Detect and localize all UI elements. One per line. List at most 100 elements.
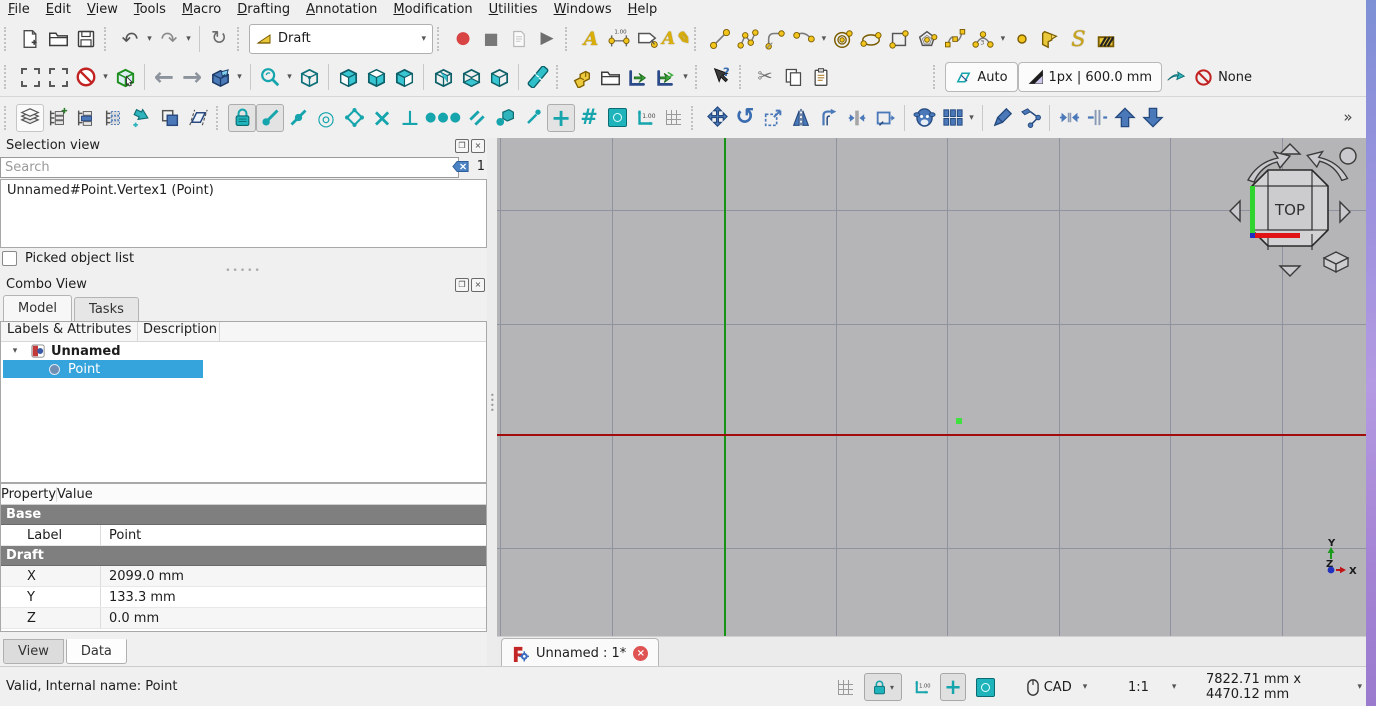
snap-intersection-button[interactable]: ×	[368, 104, 396, 132]
tree-expand-caret[interactable]: ▾	[9, 346, 21, 356]
add-to-construction-button[interactable]	[128, 104, 156, 132]
clipping-plane-button[interactable]	[72, 63, 100, 91]
menu-view[interactable]: View	[79, 1, 126, 18]
draft-ellipse-button[interactable]	[857, 25, 885, 53]
property-value[interactable]: Point	[101, 528, 141, 543]
snap-special-button[interactable]	[491, 104, 519, 132]
view-dimensions-selector[interactable]: 7822.71 mm x 4470.12 mm ▾	[1202, 673, 1366, 701]
property-value[interactable]: 0.0 mm	[101, 611, 159, 626]
export-button[interactable]	[652, 63, 680, 91]
measure-button[interactable]	[524, 63, 552, 91]
tab-data[interactable]: Data	[66, 639, 127, 664]
tree-row-point[interactable]: Point	[1, 360, 486, 378]
linked-object-dropdown[interactable]: ▾	[234, 63, 245, 91]
draft-array-button[interactable]	[938, 104, 966, 132]
property-row-x[interactable]: X 2099.0 mm	[1, 566, 486, 587]
draft-wire-button[interactable]	[734, 25, 762, 53]
whats-this-button[interactable]: ?	[707, 63, 735, 91]
view-left-button[interactable]	[485, 63, 513, 91]
3d-viewport[interactable]: TOP Y Z X	[497, 138, 1366, 636]
create-group-button[interactable]	[568, 63, 596, 91]
redo-dropdown[interactable]: ▾	[183, 25, 194, 53]
draft-bezier-button[interactable]: 3	[969, 25, 997, 53]
move-to-group-button[interactable]	[72, 104, 100, 132]
workbench-selector[interactable]: Draft ▾	[249, 24, 433, 54]
toolbar-grip[interactable]	[556, 65, 563, 89]
draft-join-button[interactable]	[1055, 104, 1083, 132]
toolbar-grip[interactable]	[4, 106, 11, 130]
draft-edit-button[interactable]	[988, 104, 1016, 132]
draft-offset-button[interactable]	[815, 104, 843, 132]
view-rear-button[interactable]	[429, 63, 457, 91]
draft-mirror-button[interactable]	[787, 104, 815, 132]
snap-near-button[interactable]	[519, 104, 547, 132]
float-panel-icon[interactable]: ❐	[455, 278, 469, 292]
nav-forward-button[interactable]: →	[178, 63, 206, 91]
redo-button[interactable]: ↷	[155, 25, 183, 53]
tab-tasks[interactable]: Tasks	[74, 297, 139, 322]
status-snap-dimensions-button[interactable]: 1.00	[908, 673, 934, 701]
macro-record-button[interactable]: ●	[449, 25, 477, 53]
macro-edit-button[interactable]	[505, 25, 533, 53]
close-document-icon[interactable]: ×	[633, 646, 648, 661]
selection-list[interactable]: Unnamed#Point.Vertex1 (Point)	[0, 179, 487, 248]
tree-row-document[interactable]: ▾ Unnamed	[1, 342, 486, 360]
close-panel-icon[interactable]: ×	[471, 139, 485, 153]
toolbar-grip[interactable]	[4, 27, 11, 51]
cut-button[interactable]: ✂	[751, 63, 779, 91]
tree-header-labels[interactable]: Labels & Attributes	[1, 322, 138, 341]
snap-center-button[interactable]: ◎	[312, 104, 340, 132]
toolbar-grip[interactable]	[4, 65, 11, 89]
toggle-grid-button[interactable]	[659, 104, 687, 132]
bezier-dropdown[interactable]: ▾	[997, 25, 1008, 53]
snap-parallel-button[interactable]	[463, 104, 491, 132]
dock-viewport-splitter[interactable]: ••••	[487, 138, 497, 666]
draft-shapestring-button[interactable]: S	[1064, 25, 1092, 53]
toggle-display-mode-button[interactable]	[156, 104, 184, 132]
add-to-group-button[interactable]	[44, 104, 72, 132]
property-value[interactable]: 2099.0 mm	[101, 569, 184, 584]
draft-rotate-button[interactable]: ↺	[731, 104, 759, 132]
snap-angle-button[interactable]	[340, 104, 368, 132]
subelement-highlight-button[interactable]	[1016, 104, 1044, 132]
menu-edit[interactable]: Edit	[38, 1, 79, 18]
snap-endpoint-button[interactable]	[256, 104, 284, 132]
fit-all-button[interactable]	[16, 63, 44, 91]
selection-list-item[interactable]: Unnamed#Point.Vertex1 (Point)	[1, 180, 486, 201]
snap-ortho-button[interactable]: +	[547, 104, 575, 132]
scale-ratio-selector[interactable]: 1:1 ▾	[1124, 673, 1180, 701]
property-value[interactable]: 133.3 mm	[101, 590, 176, 605]
clipping-dropdown[interactable]: ▾	[100, 63, 111, 91]
picked-object-list-row[interactable]: Picked object list	[2, 251, 134, 266]
undo-button[interactable]: ↶	[116, 25, 144, 53]
property-row-z[interactable]: Z 0.0 mm	[1, 608, 486, 629]
toolbar-overflow-button[interactable]: »	[1334, 104, 1362, 132]
array-dropdown[interactable]: ▾	[966, 104, 977, 132]
draft-upgrade-button[interactable]	[1111, 104, 1139, 132]
macro-play-button[interactable]: ▶	[533, 25, 561, 53]
tab-view[interactable]: View	[3, 639, 64, 664]
property-group-draft[interactable]: Draft	[1, 546, 486, 566]
undo-dropdown[interactable]: ▾	[144, 25, 155, 53]
snap-working-plane-button[interactable]	[603, 104, 631, 132]
menu-tools[interactable]: Tools	[126, 1, 174, 18]
draft-dimension-button[interactable]: 1.00	[605, 25, 633, 53]
picked-object-list-checkbox[interactable]	[2, 251, 17, 266]
status-snap-working-plane-button[interactable]	[972, 673, 998, 701]
arc-dropdown[interactable]: ▾	[818, 25, 829, 53]
macro-stop-button[interactable]: ■	[477, 25, 505, 53]
view-axonometric-button[interactable]	[295, 63, 323, 91]
draft-facebinder-button[interactable]	[1036, 25, 1064, 53]
menu-drafting[interactable]: Drafting	[229, 1, 298, 18]
draft-downgrade-button[interactable]	[1139, 104, 1167, 132]
status-snap-lock-button[interactable]: ▾	[864, 673, 902, 701]
snap-toggle-button[interactable]	[1162, 63, 1190, 91]
panel-splitter-handle[interactable]: •••••	[0, 266, 487, 276]
property-row-y[interactable]: Y 133.3 mm	[1, 587, 486, 608]
draft-text-button[interactable]: A	[577, 25, 605, 53]
toolbar-grip[interactable]	[437, 27, 444, 51]
refresh-button[interactable]: ↻	[205, 25, 233, 53]
snap-dimensions-button[interactable]: 1.00	[631, 104, 659, 132]
tree-selected-highlight[interactable]: Point	[3, 360, 203, 378]
nav-cube-top-label[interactable]: TOP	[1274, 201, 1305, 219]
